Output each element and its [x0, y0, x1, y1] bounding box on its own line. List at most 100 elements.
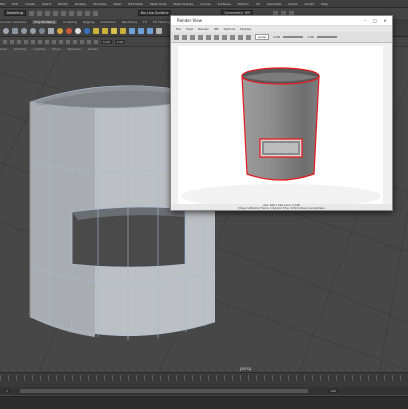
menu-uv[interactable]: UV — [256, 2, 260, 6]
snapshot-icon[interactable] — [206, 34, 211, 40]
render-region-icon[interactable] — [198, 34, 203, 40]
render-view-menu-options[interactable]: Options — [224, 27, 236, 31]
render-view-titlebar[interactable]: Render View – □ ✕ — [171, 16, 392, 26]
multi-cut-icon[interactable] — [156, 27, 162, 34]
menu-select[interactable]: Select — [42, 2, 51, 6]
snap-point-icon[interactable] — [92, 10, 98, 16]
render-view-menu-ipr[interactable]: IPR — [214, 27, 219, 31]
shelf-tab-fx-caching[interactable]: FX Caching — [153, 20, 170, 24]
time-slider[interactable] — [0, 372, 408, 387]
remove-image-icon[interactable] — [246, 34, 251, 40]
snap-curve-icon[interactable] — [84, 10, 90, 16]
menu-cache[interactable]: Cache — [288, 2, 297, 6]
live-surface-field[interactable]: No Live Surface — [137, 10, 172, 16]
range-start-field[interactable]: 1 — [4, 389, 10, 393]
shelf-tab-fx[interactable]: FX — [143, 20, 147, 24]
render-view-menu-render[interactable]: Render — [198, 27, 209, 31]
snap-grid-icon[interactable] — [76, 10, 82, 16]
menu-edit[interactable]: Edit — [12, 2, 18, 6]
save-scene-icon[interactable] — [44, 10, 50, 16]
menu-deform[interactable]: Deform — [238, 2, 249, 6]
menu-arnold[interactable]: Arnold — [304, 2, 314, 6]
gamma-field[interactable]: 1.00 — [114, 39, 126, 44]
platonic-tool-icon[interactable] — [66, 27, 72, 34]
bookmarks-icon[interactable] — [17, 39, 21, 44]
menu-curves[interactable]: Curves — [200, 2, 210, 6]
menu-set-dropdown[interactable]: Modeling — [4, 10, 26, 16]
isolate-select-icon[interactable] — [87, 39, 91, 44]
shelf-tab-curves-surfaces[interactable]: Curves / Surfaces — [0, 20, 26, 24]
render-view-menu-file[interactable]: File — [176, 27, 181, 31]
resolution-gate-icon[interactable] — [45, 39, 49, 44]
shelf-tab-poly-modeling[interactable]: Poly Modeling — [32, 20, 58, 24]
lights-icon[interactable] — [73, 39, 77, 44]
combine-icon[interactable] — [93, 27, 99, 34]
menu-create[interactable]: Create — [25, 2, 35, 6]
plane-tool-icon[interactable] — [48, 27, 54, 34]
menu-generate[interactable]: Generate — [267, 2, 281, 6]
svg-tool-icon[interactable] — [84, 27, 90, 34]
redo-render-icon[interactable] — [174, 34, 179, 40]
xray-icon[interactable] — [94, 39, 98, 44]
lock-camera-icon[interactable] — [10, 39, 14, 44]
refresh-icon[interactable] — [190, 34, 195, 40]
alpha-channel-icon[interactable] — [222, 34, 227, 40]
separate-icon[interactable] — [102, 27, 108, 34]
super-shape-icon[interactable] — [75, 27, 81, 34]
maximize-button[interactable]: □ — [370, 18, 380, 23]
redo-icon[interactable] — [60, 10, 66, 16]
minimize-button[interactable]: – — [360, 18, 370, 23]
exposure-slider[interactable] — [283, 36, 304, 38]
range-slider-bar[interactable] — [20, 389, 308, 393]
keep-image-icon[interactable] — [238, 34, 243, 40]
menu-display[interactable]: Display — [75, 2, 86, 6]
menu-surfaces[interactable]: Surfaces — [218, 2, 231, 6]
camera-dropdown[interactable]: persp — [255, 34, 270, 40]
bridge-icon[interactable] — [138, 27, 144, 34]
cone-tool-icon[interactable] — [30, 27, 36, 34]
shelf-tab-rendering[interactable]: Rendering — [122, 20, 137, 24]
shelf-tab-rigging[interactable]: Rigging — [83, 20, 94, 24]
cylinder-tool-icon[interactable] — [21, 27, 27, 34]
menu-mesh-tools[interactable]: Mesh Tools — [150, 2, 166, 6]
smooth-icon[interactable] — [111, 27, 117, 34]
grid-icon[interactable] — [31, 39, 35, 44]
menu-windows[interactable]: Windows — [93, 2, 106, 6]
one-to-one-icon[interactable] — [230, 34, 235, 40]
film-gate-icon[interactable] — [38, 39, 42, 44]
bevel-icon[interactable] — [147, 27, 153, 34]
menu-file[interactable]: File — [0, 2, 5, 6]
extrude-icon[interactable] — [129, 27, 135, 34]
textured-icon[interactable] — [66, 39, 70, 44]
render-view-menu-display[interactable]: Display — [240, 27, 251, 31]
shelf-tab-animation[interactable]: Animation — [100, 20, 115, 24]
gamma-slider[interactable] — [316, 36, 337, 38]
new-scene-icon[interactable] — [28, 10, 34, 16]
disc-tool-icon[interactable] — [57, 27, 63, 34]
open-scene-icon[interactable] — [36, 10, 42, 16]
exposure-value[interactable]: 0.00 — [273, 35, 280, 39]
undo-icon[interactable] — [52, 10, 58, 16]
render-view-window[interactable]: Render View – □ ✕ File View Render IPR Optio… — [170, 15, 393, 211]
command-line[interactable] — [0, 396, 408, 409]
menu-mesh-display[interactable]: Mesh Display — [173, 2, 193, 6]
wireframe-icon[interactable] — [52, 39, 56, 44]
menu-mesh[interactable]: Mesh — [114, 2, 122, 6]
smooth-shade-icon[interactable] — [59, 39, 63, 44]
close-button[interactable]: ✕ — [380, 18, 390, 23]
image-plane-icon[interactable] — [24, 39, 28, 44]
select-camera-icon[interactable] — [3, 39, 7, 44]
sphere-tool-icon[interactable] — [3, 27, 9, 34]
select-hierarchy-icon[interactable] — [68, 10, 74, 16]
torus-tool-icon[interactable] — [39, 27, 45, 34]
cube-tool-icon[interactable] — [12, 27, 18, 34]
gamma-value[interactable]: 1.00 — [307, 35, 314, 39]
menu-help[interactable]: Help — [321, 2, 328, 6]
shadows-icon[interactable] — [80, 39, 84, 44]
ipr-icon[interactable] — [182, 34, 187, 40]
menu-modify[interactable]: Modify — [58, 2, 68, 6]
shelf-tab-sculpting[interactable]: Sculpting — [63, 20, 77, 24]
exposure-field[interactable]: 0.00 — [101, 39, 112, 44]
boolean-icon[interactable] — [120, 27, 126, 34]
rgb-channel-icon[interactable] — [214, 34, 219, 40]
